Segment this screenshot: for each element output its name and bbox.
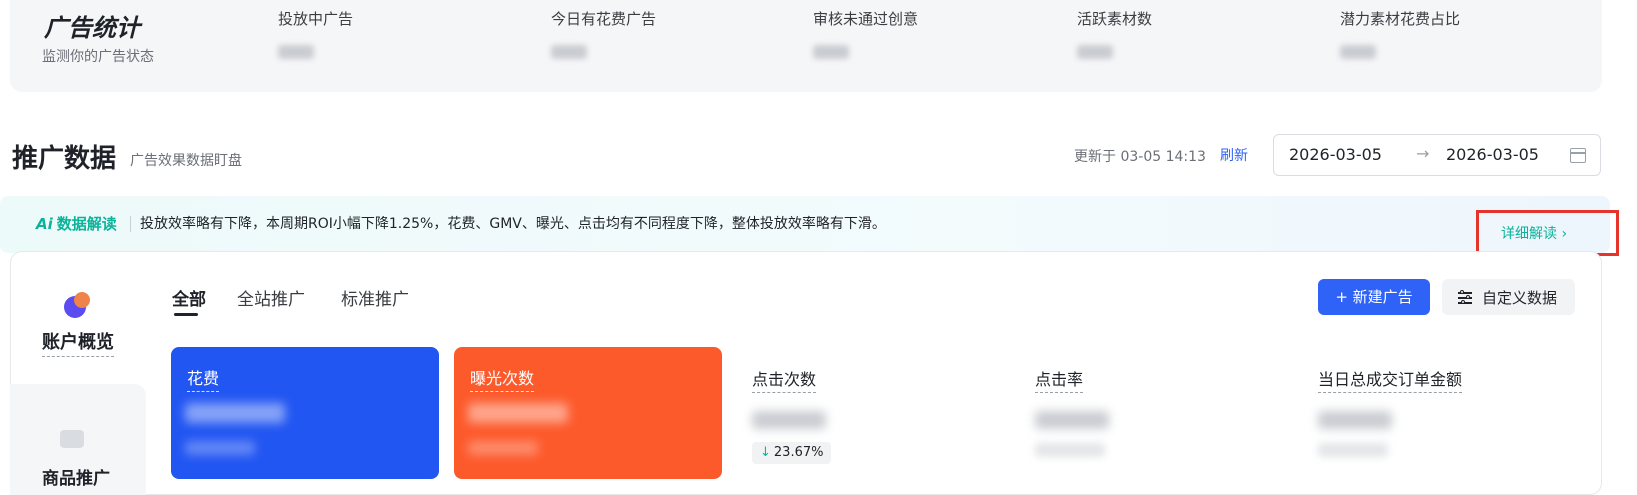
stat-value-blurred <box>813 45 849 59</box>
ad-stats-card: 广告统计 监测你的广告状态 投放中广告 今日有花费广告 审核未通过创意 活跃素材… <box>10 0 1602 92</box>
section-title: 推广数据 <box>12 144 117 174</box>
stat-rejected-creatives[interactable]: 审核未通过创意 <box>813 8 918 59</box>
metric-label: 当日总成交订单金额 <box>1318 366 1463 393</box>
sliders-icon <box>1458 290 1472 304</box>
metric-value-blurred <box>752 411 826 429</box>
ai-badge: Ai 数据解读 <box>36 213 117 234</box>
stat-label: 审核未通过创意 <box>813 10 919 28</box>
arrow-right-icon: → <box>1416 144 1430 163</box>
stat-active-materials[interactable]: 活跃素材数 <box>1077 8 1152 59</box>
active-tab-indicator <box>174 313 198 316</box>
change-value: 23.67% <box>773 445 824 460</box>
stat-value-blurred <box>1340 45 1376 59</box>
tab-standard-promo[interactable]: 标准推广 <box>341 285 409 310</box>
stat-value-blurred <box>551 45 587 59</box>
product-icon <box>60 430 84 448</box>
ai-insight-banner: Ai 数据解读 投放效率略有下降，本周期ROI小幅下降1.25%，花费、GMV、曝… <box>0 196 1619 256</box>
metric-sub-blurred <box>468 441 538 455</box>
divider <box>130 216 131 232</box>
ai-badge-label: 数据解读 <box>56 215 117 233</box>
tab-all[interactable]: 全部 <box>172 285 206 310</box>
new-ad-button[interactable]: + 新建广告 <box>1318 279 1430 315</box>
metric-label: 点击次数 <box>752 366 817 393</box>
account-overview-label[interactable]: 账户概览 <box>42 328 114 357</box>
stats-subtitle: 监测你的广告状态 <box>42 49 154 65</box>
arrow-down-icon: ↓ <box>760 445 771 460</box>
stat-label: 潜力素材花费占比 <box>1340 10 1461 28</box>
product-promo-label[interactable]: 商品推广 <box>42 464 110 489</box>
metric-label: 点击率 <box>1035 366 1084 393</box>
date-start[interactable]: 2026-03-05 <box>1289 145 1382 164</box>
stat-value-blurred <box>278 45 314 59</box>
detail-insight-link[interactable]: 详细解读 › <box>1501 223 1567 243</box>
custom-data-label: 自定义数据 <box>1482 289 1558 307</box>
clicks-change-badge: ↓ 23.67% <box>752 442 832 464</box>
stat-label: 投放中广告 <box>278 10 354 28</box>
metric-value-blurred <box>185 403 285 423</box>
calendar-icon[interactable] <box>1570 148 1586 163</box>
date-end[interactable]: 2026-03-05 <box>1446 145 1539 164</box>
metric-ctr[interactable]: 点击率 <box>1035 366 1109 457</box>
ad-dashboard: 广告统计 监测你的广告状态 投放中广告 今日有花费广告 审核未通过创意 活跃素材… <box>0 0 1637 495</box>
update-time: 更新于 03-05 14:13 <box>1074 149 1206 165</box>
stat-active-ads[interactable]: 投放中广告 <box>278 8 353 59</box>
ai-insight-text: 投放效率略有下降，本周期ROI小幅下降1.25%，花费、GMV、曝光、点击均有不… <box>140 216 886 232</box>
stat-label: 今日有花费广告 <box>551 10 657 28</box>
metric-value-blurred <box>468 403 568 423</box>
metric-label: 花费 <box>187 365 220 392</box>
stats-title: 广告统计 <box>44 14 140 42</box>
detail-highlight-box: 详细解读 › <box>1476 210 1619 256</box>
custom-data-button[interactable]: 自定义数据 <box>1442 279 1575 315</box>
metric-label: 曝光次数 <box>470 365 535 392</box>
metric-sub-blurred <box>185 441 255 455</box>
stat-value-blurred <box>1077 45 1113 59</box>
metric-value-blurred <box>1318 411 1392 429</box>
tab-site-promo[interactable]: 全站推广 <box>237 285 305 310</box>
metric-card-impressions[interactable]: 曝光次数 <box>454 347 722 479</box>
section-subtitle: 广告效果数据盯盘 <box>130 153 242 169</box>
refresh-link[interactable]: 刷新 <box>1220 145 1248 165</box>
metric-clicks[interactable]: 点击次数 <box>752 366 826 429</box>
stat-label: 活跃素材数 <box>1077 10 1153 28</box>
metric-sub-blurred <box>1318 443 1388 457</box>
account-overview-icon <box>64 292 90 318</box>
metric-value-blurred <box>1035 411 1109 429</box>
metric-sub-blurred <box>1035 443 1105 457</box>
stat-potential-material-ratio[interactable]: 潜力素材花费占比 <box>1340 8 1460 59</box>
ai-icon: Ai <box>36 215 53 233</box>
stat-spending-ads[interactable]: 今日有花费广告 <box>551 8 656 59</box>
side-tab-account-overview[interactable] <box>13 260 146 390</box>
metric-daily-gmv[interactable]: 当日总成交订单金额 <box>1318 366 1463 457</box>
metric-card-spend[interactable]: 花费 <box>171 347 439 479</box>
date-range-picker[interactable]: 2026-03-05 → 2026-03-05 <box>1273 134 1601 176</box>
